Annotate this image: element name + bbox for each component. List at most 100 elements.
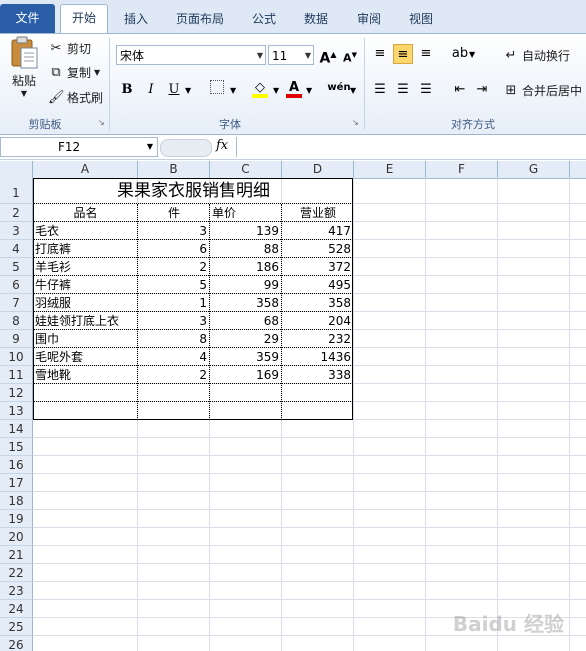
shrink-font-button[interactable]: A▼	[340, 45, 360, 65]
column-header-d[interactable]: D	[282, 161, 354, 178]
cell-qty[interactable]: 5	[138, 276, 210, 294]
row-header[interactable]: 2	[0, 204, 33, 222]
cell-price[interactable]: 358	[210, 294, 282, 312]
cell-name[interactable]: 打底裤	[33, 240, 138, 258]
align-center-button[interactable]: ☰	[393, 80, 413, 100]
row-header[interactable]: 12	[0, 384, 33, 402]
row-header[interactable]: 10	[0, 348, 33, 366]
row-header[interactable]: 17	[0, 474, 33, 492]
cell-qty[interactable]: 3	[138, 312, 210, 330]
tab-home[interactable]: 开始	[60, 4, 108, 33]
row-header[interactable]: 15	[0, 438, 33, 456]
grow-font-button[interactable]: A▲	[318, 45, 338, 67]
bold-button[interactable]: B	[117, 80, 137, 100]
row-header[interactable]: 11	[0, 366, 33, 384]
header-cell-price[interactable]: 单价	[210, 204, 282, 222]
phonetic-button[interactable]: wén	[326, 78, 352, 98]
column-header-g[interactable]: G	[498, 161, 570, 178]
increase-indent-button[interactable]: ⇥	[472, 80, 492, 100]
cell-name[interactable]: 牛仔裤	[33, 276, 138, 294]
tab-review[interactable]: 审阅	[348, 6, 390, 32]
row-header[interactable]: 8	[0, 312, 33, 330]
dialog-launcher-icon[interactable]: ↘	[352, 118, 359, 127]
tab-file[interactable]: 文件	[0, 4, 55, 33]
cell-price[interactable]: 99	[210, 276, 282, 294]
tab-data[interactable]: 数据	[295, 6, 337, 32]
row-header[interactable]: 7	[0, 294, 33, 312]
tab-insert[interactable]: 插入	[114, 6, 158, 32]
cell-revenue[interactable]: 358	[282, 294, 354, 312]
cell-name[interactable]: 羊毛衫	[33, 258, 138, 276]
sheet-title-cell[interactable]: 果果家衣服销售明细	[33, 178, 354, 204]
cut-button[interactable]: ✂ 剪切	[48, 40, 91, 57]
italic-button[interactable]: I	[141, 80, 161, 100]
header-cell-revenue[interactable]: 营业额	[282, 204, 354, 222]
cell-price[interactable]: 359	[210, 348, 282, 366]
cell-revenue[interactable]: 372	[282, 258, 354, 276]
column-header-e[interactable]: E	[354, 161, 426, 178]
name-box[interactable]: F12 ▼	[0, 137, 158, 157]
column-header-a[interactable]: A	[33, 161, 138, 178]
cell-qty[interactable]: 2	[138, 366, 210, 384]
row-header[interactable]: 20	[0, 528, 33, 546]
row-header[interactable]: 14	[0, 420, 33, 438]
font-size-combo[interactable]: 11 ▼	[268, 45, 314, 65]
cell-price[interactable]: 186	[210, 258, 282, 276]
row-header[interactable]: 26	[0, 636, 33, 651]
cell-revenue[interactable]: 204	[282, 312, 354, 330]
column-header-c[interactable]: C	[210, 161, 282, 178]
row-header[interactable]: 13	[0, 402, 33, 420]
row-header[interactable]: 25	[0, 618, 33, 636]
align-bottom-button[interactable]: ≡	[416, 44, 436, 64]
dialog-launcher-icon[interactable]: ↘	[98, 118, 105, 127]
worksheet-grid[interactable]: A B C D E F G 1 2 3 4 5 6 7 8 9 10 11 12 13 14 15 16 17 1…	[0, 161, 586, 651]
cell-qty[interactable]: 8	[138, 330, 210, 348]
row-header[interactable]: 4	[0, 240, 33, 258]
row-header[interactable]: 3	[0, 222, 33, 240]
cell-price[interactable]: 88	[210, 240, 282, 258]
cell-price[interactable]: 169	[210, 366, 282, 384]
column-header-b[interactable]: B	[138, 161, 210, 178]
row-header[interactable]: 5	[0, 258, 33, 276]
cell-qty[interactable]: 4	[138, 348, 210, 366]
insert-function-button[interactable]: fx	[216, 138, 228, 153]
column-header-f[interactable]: F	[426, 161, 498, 178]
cell-revenue[interactable]: 417	[282, 222, 354, 240]
merge-center-button[interactable]: ⊞ 合并后居中	[503, 82, 582, 99]
cell-revenue[interactable]: 495	[282, 276, 354, 294]
align-left-button[interactable]: ☰	[370, 80, 390, 100]
row-header[interactable]: 18	[0, 492, 33, 510]
cell-name[interactable]: 围巾	[33, 330, 138, 348]
cell-qty[interactable]: 2	[138, 258, 210, 276]
cell-price[interactable]: 68	[210, 312, 282, 330]
font-name-combo[interactable]: 宋体 ▼	[116, 45, 266, 65]
tab-view[interactable]: 视图	[400, 6, 442, 32]
orientation-button[interactable]: ab	[450, 44, 470, 64]
tab-page-layout[interactable]: 页面布局	[166, 6, 234, 32]
cell-revenue[interactable]: 1436	[282, 348, 354, 366]
row-header[interactable]: 6	[0, 276, 33, 294]
cell-name[interactable]: 羽绒服	[33, 294, 138, 312]
cell-price[interactable]: 139	[210, 222, 282, 240]
fill-color-button[interactable]: ◇	[250, 78, 270, 98]
cell-revenue[interactable]: 338	[282, 366, 354, 384]
row-header[interactable]: 24	[0, 600, 33, 618]
row-header[interactable]: 19	[0, 510, 33, 528]
border-button[interactable]	[207, 80, 227, 100]
align-middle-button[interactable]: ≡	[393, 44, 413, 64]
tab-formulas[interactable]: 公式	[243, 6, 285, 32]
align-right-button[interactable]: ☰	[416, 80, 436, 100]
cell-name[interactable]: 娃娃领打底上衣	[33, 312, 138, 330]
copy-button[interactable]: ⧉ 复制 ▼	[48, 64, 100, 81]
cell-revenue[interactable]: 232	[282, 330, 354, 348]
row-header[interactable]: 23	[0, 582, 33, 600]
select-all-corner[interactable]	[0, 161, 33, 178]
cell-name[interactable]: 毛呢外套	[33, 348, 138, 366]
row-header[interactable]: 22	[0, 564, 33, 582]
header-cell-qty[interactable]: 件	[138, 204, 210, 222]
decrease-indent-button[interactable]: ⇤	[450, 80, 470, 100]
paste-button[interactable]: 粘贴 ▼	[6, 36, 42, 108]
wrap-text-button[interactable]: ↵ 自动换行	[503, 47, 570, 64]
format-painter-button[interactable]: 🖌 格式刷	[48, 89, 103, 106]
underline-button[interactable]: U	[164, 80, 184, 100]
